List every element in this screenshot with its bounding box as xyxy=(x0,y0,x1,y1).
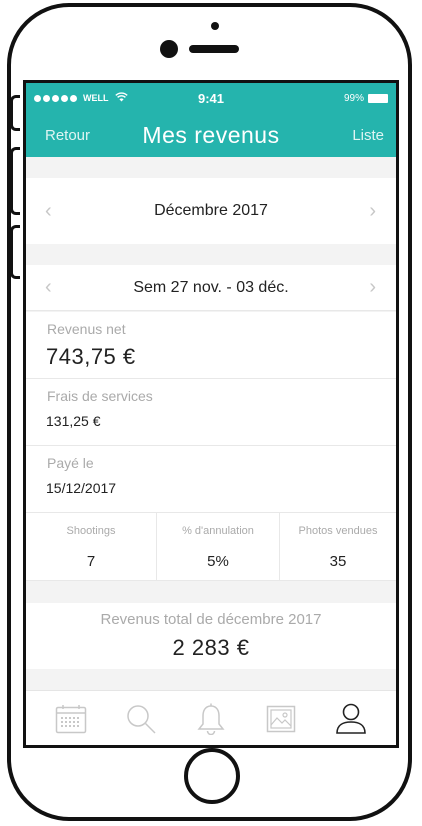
tab-calendar[interactable] xyxy=(51,699,91,739)
chevron-left-icon[interactable]: ‹ xyxy=(45,276,52,299)
earpiece-speaker xyxy=(189,45,239,53)
tab-bar xyxy=(26,690,396,745)
navigation-bar: Retour Mes revenus Liste xyxy=(26,113,396,157)
status-bar: WELL 9:41 99% xyxy=(26,83,396,113)
monthly-total: Revenus total de décembre 2017 2 283 € xyxy=(26,603,396,669)
page-title: Mes revenus xyxy=(142,121,280,148)
stats-row: Shootings 7 % d'annulation 5% Photos ven… xyxy=(26,513,396,581)
sensor-dot xyxy=(211,22,219,30)
stat-value: 5% xyxy=(207,553,229,570)
tab-profile[interactable] xyxy=(331,699,371,739)
stat-label: % d'annulation xyxy=(182,525,254,537)
tab-notifications[interactable] xyxy=(191,699,231,739)
volume-down-button xyxy=(10,225,20,279)
monthly-total-label: Revenus total de décembre 2017 xyxy=(100,611,322,628)
service-fees-card: Frais de services 131,25 € xyxy=(26,379,396,446)
month-selector: ‹ Décembre 2017 › xyxy=(26,178,396,244)
front-camera xyxy=(160,40,178,58)
net-revenue-card: Revenus net 743,75 € xyxy=(26,312,396,379)
paid-on-value: 15/12/2017 xyxy=(46,480,117,496)
net-revenue-label: Revenus net xyxy=(47,321,126,337)
stat-shootings: Shootings 7 xyxy=(26,513,157,580)
week-selector: ‹ Sem 27 nov. - 03 déc. › xyxy=(26,265,396,311)
bell-icon xyxy=(197,703,225,735)
stat-photos-sold: Photos vendues 35 xyxy=(280,513,396,580)
chevron-right-icon[interactable]: › xyxy=(369,200,376,223)
stat-label: Shootings xyxy=(66,525,116,537)
volume-up-button xyxy=(10,147,20,215)
tab-photos[interactable] xyxy=(261,699,301,739)
battery-icon xyxy=(368,93,388,103)
stat-value: 7 xyxy=(86,553,96,570)
service-fees-label: Frais de services xyxy=(47,388,153,404)
search-icon xyxy=(127,704,156,734)
service-fees-value: 131,25 € xyxy=(46,413,101,429)
net-revenue-value: 743,75 € xyxy=(46,344,136,369)
home-button[interactable] xyxy=(184,748,240,804)
clock: 9:41 xyxy=(197,90,225,106)
app-screen: WELL 9:41 99% Retour Mes revenus Liste ‹… xyxy=(23,80,399,748)
mute-switch xyxy=(10,95,20,131)
battery-percent: 99% xyxy=(343,92,364,104)
stat-cancellation-rate: % d'annulation 5% xyxy=(157,513,280,580)
list-button[interactable]: Liste xyxy=(352,127,384,144)
stat-label: Photos vendues xyxy=(298,525,378,537)
monthly-total-value: 2 283 € xyxy=(172,635,250,660)
paid-on-card: Payé le 15/12/2017 xyxy=(26,446,396,513)
paid-on-label: Payé le xyxy=(47,455,94,471)
calendar-icon xyxy=(55,704,87,733)
user-icon xyxy=(336,703,366,734)
chevron-left-icon[interactable]: ‹ xyxy=(45,200,52,223)
month-label: Décembre 2017 xyxy=(154,202,268,219)
week-label: Sem 27 nov. - 03 déc. xyxy=(133,278,289,296)
chevron-right-icon[interactable]: › xyxy=(369,276,376,299)
photo-icon xyxy=(266,705,296,732)
tab-search[interactable] xyxy=(121,699,161,739)
stat-value: 35 xyxy=(329,553,347,570)
